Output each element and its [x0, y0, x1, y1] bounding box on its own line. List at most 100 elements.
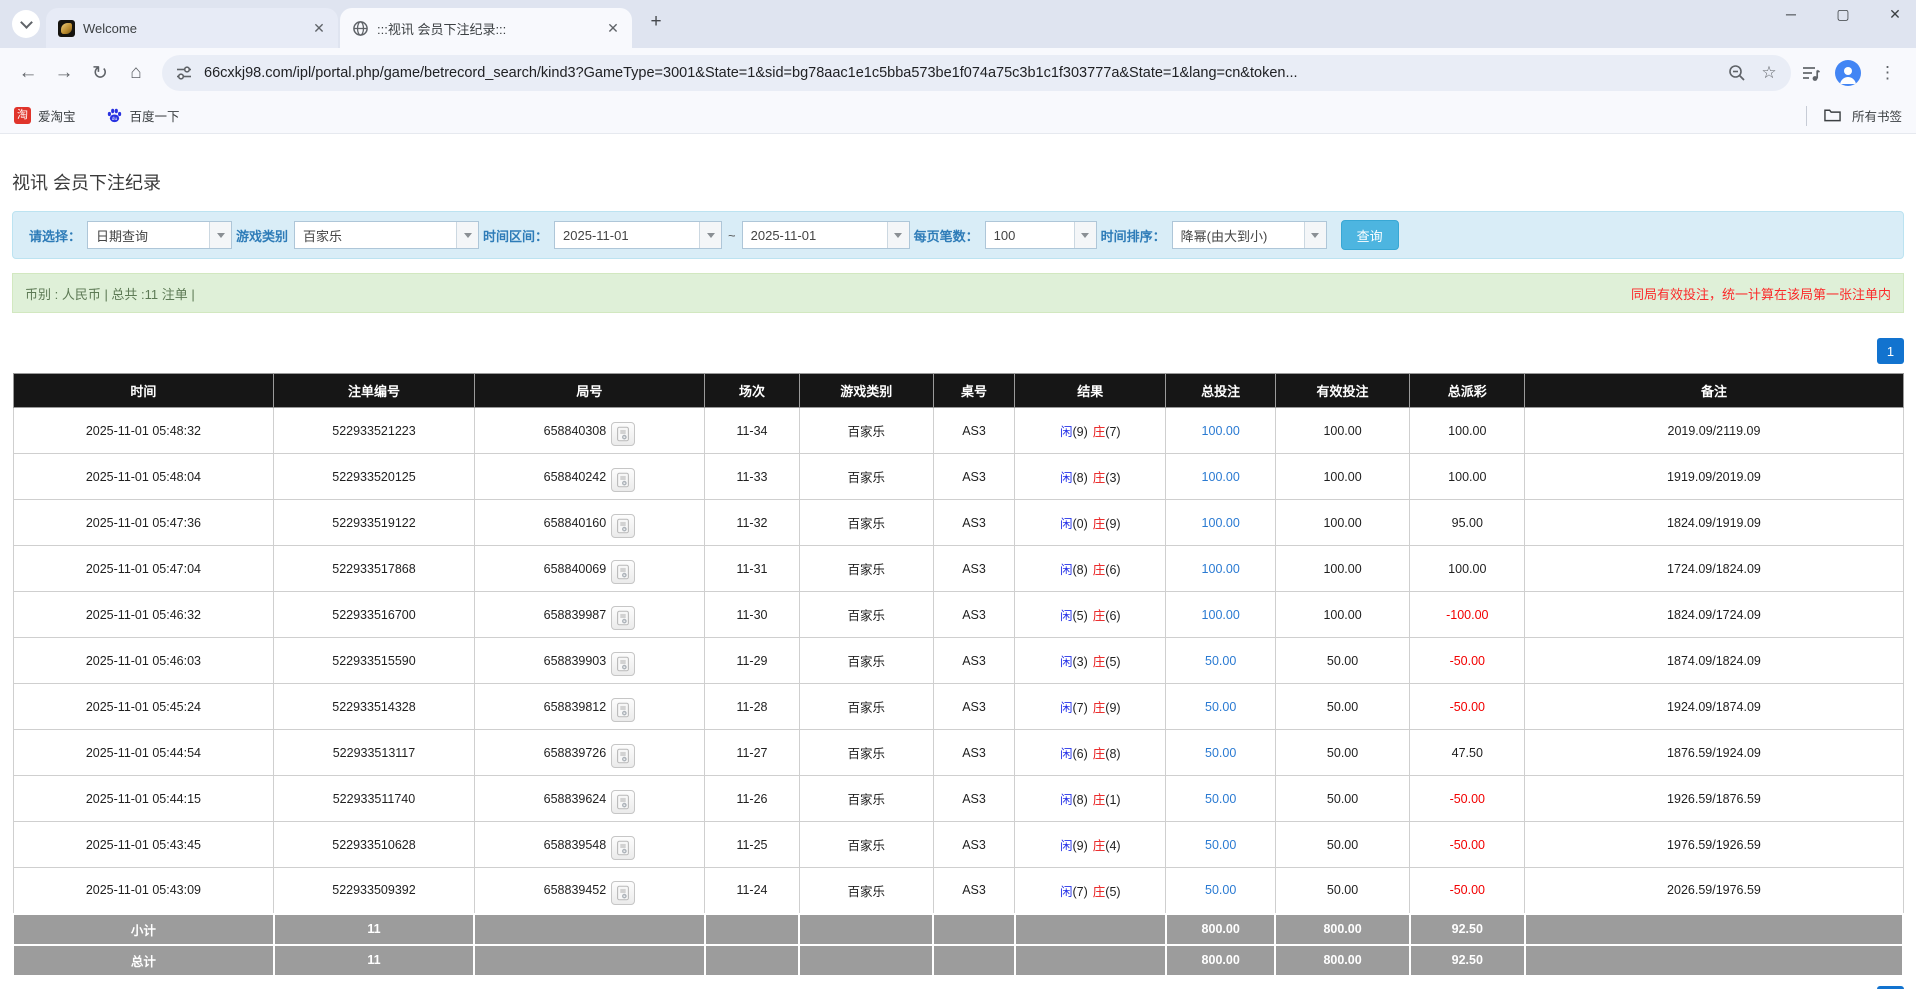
total-bet-link[interactable]: 50.00	[1205, 883, 1236, 897]
cell-total-bet[interactable]: 50.00	[1166, 684, 1276, 730]
video-replay-icon[interactable]	[611, 606, 635, 630]
bookmark-taobao[interactable]: 淘 爱淘宝	[14, 106, 76, 125]
page-1-button[interactable]: 1	[1877, 338, 1904, 364]
video-replay-icon[interactable]	[611, 881, 635, 905]
cell-total-bet[interactable]: 100.00	[1166, 592, 1276, 638]
column-header: 注单编号	[274, 374, 474, 408]
cell-result: 闲(8)庄(3)	[1015, 454, 1166, 500]
cell-round: 658840069	[474, 546, 705, 592]
column-header: 游戏类别	[799, 374, 933, 408]
total-bet-link[interactable]: 100.00	[1202, 424, 1240, 438]
video-replay-icon[interactable]	[611, 468, 635, 492]
total-bet-link[interactable]: 50.00	[1205, 792, 1236, 806]
round-number: 658840242	[544, 470, 607, 484]
all-bookmarks[interactable]: 所有书签	[1806, 106, 1902, 126]
cell-result: 闲(6)庄(8)	[1015, 730, 1166, 776]
sort-dropdown[interactable]: 降幂(由大到小)	[1172, 221, 1327, 249]
tab-title: :::视讯 会员下注纪录:::	[377, 19, 596, 38]
total-bet-link[interactable]: 50.00	[1205, 746, 1236, 760]
date-from-dropdown[interactable]: 2025-11-01	[554, 221, 722, 249]
video-replay-icon[interactable]	[611, 422, 635, 446]
pagination-top: 1	[12, 338, 1904, 364]
query-type-dropdown[interactable]: 日期查询	[87, 221, 232, 249]
column-header: 场次	[705, 374, 800, 408]
total-valid-bet: 800.00	[1275, 945, 1409, 976]
video-replay-icon[interactable]	[611, 652, 635, 676]
subtotal-total-bet: 800.00	[1166, 914, 1276, 945]
cell-bet-id: 522933513117	[274, 730, 474, 776]
game-type-dropdown[interactable]: 百家乐	[294, 221, 479, 249]
date-to-dropdown[interactable]: 2025-11-01	[742, 221, 910, 249]
cell-total-bet[interactable]: 100.00	[1166, 454, 1276, 500]
cell-result: 闲(9)庄(7)	[1015, 408, 1166, 454]
total-bet-link[interactable]: 50.00	[1205, 838, 1236, 852]
cell-session: 11-27	[705, 730, 800, 776]
reload-button[interactable]: ↻	[82, 55, 118, 91]
video-replay-icon[interactable]	[611, 560, 635, 584]
dropdown-arrow-icon[interactable]	[699, 222, 721, 248]
total-bet-link[interactable]: 50.00	[1205, 700, 1236, 714]
browser-menu-icon[interactable]: ⋮	[1875, 63, 1900, 83]
result-banker-score: (9)	[1105, 517, 1120, 531]
media-controls-icon[interactable]	[1801, 63, 1821, 83]
cell-payout: -50.00	[1410, 776, 1525, 822]
tab-close-icon[interactable]: ✕	[310, 19, 328, 37]
total-bet-link[interactable]: 100.00	[1202, 608, 1240, 622]
cell-total-bet[interactable]: 50.00	[1166, 730, 1276, 776]
page-size-dropdown[interactable]: 100	[985, 221, 1097, 249]
sort-label: 时间排序：	[1101, 226, 1166, 245]
site-settings-icon[interactable]	[174, 63, 194, 83]
tab-bet-records[interactable]: :::视讯 会员下注纪录::: ✕	[340, 8, 632, 48]
page-1-button[interactable]: 1	[1877, 986, 1904, 989]
cell-total-bet[interactable]: 50.00	[1166, 868, 1276, 914]
window-maximize-button[interactable]: ▢	[1830, 6, 1856, 23]
cell-total-bet[interactable]: 100.00	[1166, 408, 1276, 454]
dropdown-arrow-icon[interactable]	[887, 222, 909, 248]
back-button[interactable]: ←	[10, 55, 46, 91]
table-row: 2025-11-01 05:47:36 522933519122 6588401…	[13, 500, 1903, 546]
profile-avatar[interactable]	[1835, 60, 1861, 86]
cell-total-bet[interactable]: 50.00	[1166, 638, 1276, 684]
cell-payout: 47.50	[1410, 730, 1525, 776]
video-replay-icon[interactable]	[611, 790, 635, 814]
dropdown-arrow-icon[interactable]	[1074, 222, 1096, 248]
round-number: 658840069	[544, 562, 607, 576]
cell-game-type: 百家乐	[799, 454, 933, 500]
total-bet-link[interactable]: 100.00	[1202, 562, 1240, 576]
bookmark-baidu[interactable]: du 百度一下	[106, 106, 180, 125]
tab-close-icon[interactable]: ✕	[604, 19, 622, 37]
tab-welcome[interactable]: Welcome ✕	[46, 8, 338, 48]
cell-time: 2025-11-01 05:43:45	[13, 822, 274, 868]
dropdown-arrow-icon[interactable]	[1304, 222, 1326, 248]
cell-total-bet[interactable]: 50.00	[1166, 822, 1276, 868]
cell-total-bet[interactable]: 100.00	[1166, 500, 1276, 546]
url-text[interactable]: 66cxkj98.com/ipl/portal.php/game/betreco…	[204, 65, 1717, 81]
total-bet-link[interactable]: 100.00	[1202, 470, 1240, 484]
cell-total-bet[interactable]: 50.00	[1166, 776, 1276, 822]
video-replay-icon[interactable]	[611, 698, 635, 722]
address-bar[interactable]: 66cxkj98.com/ipl/portal.php/game/betreco…	[162, 55, 1791, 91]
new-tab-button[interactable]: +	[642, 8, 670, 36]
bookmark-star-icon[interactable]: ☆	[1759, 63, 1779, 83]
result-player-score: (9)	[1072, 839, 1087, 853]
window-close-button[interactable]: ✕	[1882, 6, 1908, 23]
dropdown-arrow-icon[interactable]	[456, 222, 478, 248]
video-replay-icon[interactable]	[611, 744, 635, 768]
cell-time: 2025-11-01 05:46:32	[13, 592, 274, 638]
cell-round: 658839987	[474, 592, 705, 638]
zoom-out-icon[interactable]	[1727, 63, 1747, 83]
video-replay-icon[interactable]	[611, 514, 635, 538]
tab-search-button[interactable]	[12, 10, 40, 38]
cell-session: 11-31	[705, 546, 800, 592]
cell-session: 11-29	[705, 638, 800, 684]
forward-button[interactable]: →	[46, 55, 82, 91]
video-replay-icon[interactable]	[611, 836, 635, 860]
total-bet-link[interactable]: 100.00	[1202, 516, 1240, 530]
cell-total-bet[interactable]: 100.00	[1166, 546, 1276, 592]
search-button[interactable]: 查询	[1341, 220, 1399, 250]
total-bet-link[interactable]: 50.00	[1205, 654, 1236, 668]
window-minimize-button[interactable]: ─	[1778, 6, 1804, 23]
cell-bet-id: 522933519122	[274, 500, 474, 546]
home-button[interactable]: ⌂	[118, 55, 154, 91]
dropdown-arrow-icon[interactable]	[209, 222, 231, 248]
